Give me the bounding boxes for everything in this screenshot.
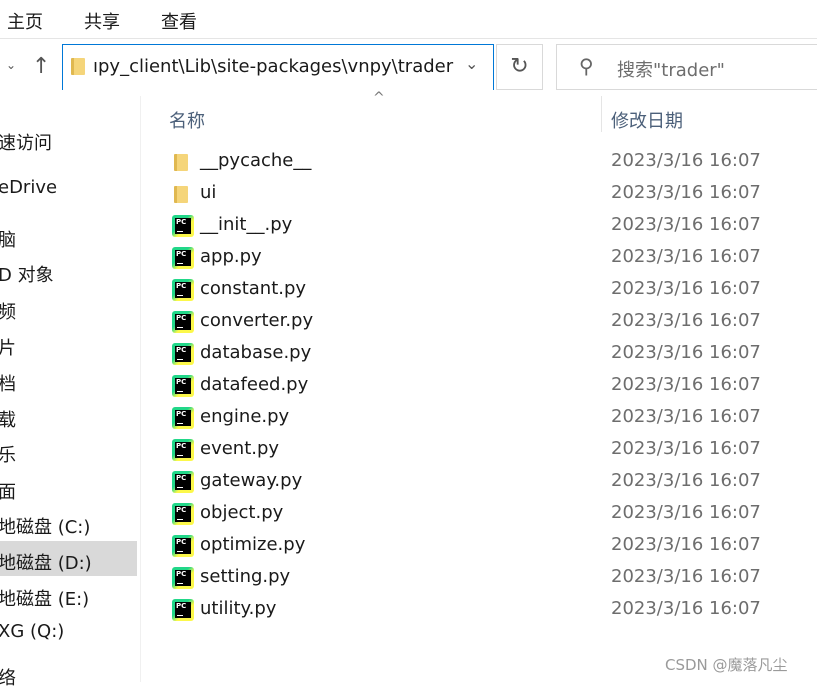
pycharm-file-icon: PC <box>172 279 194 301</box>
pycharm-file-icon: PC <box>172 535 194 557</box>
pycharm-file-icon: PC <box>172 343 194 365</box>
tab-share[interactable]: 共享 <box>84 8 120 34</box>
file-modified: 2023/3/16 16:07 <box>611 182 761 203</box>
address-dropdown-icon[interactable]: ⌄ <box>465 54 478 73</box>
nav-item[interactable]: 乐 <box>0 441 16 467</box>
pycharm-file-icon: PC <box>172 215 194 237</box>
file-name: ui <box>200 182 217 203</box>
file-modified: 2023/3/16 16:07 <box>611 438 761 459</box>
address-bar[interactable]: ıpy_client\Lib\site-packages\vnpy\trader… <box>62 44 494 90</box>
file-modified: 2023/3/16 16:07 <box>611 598 761 619</box>
file-row[interactable]: PC constant.py 2023/3/16 16:07 <box>160 274 817 306</box>
pycharm-file-icon: PC <box>172 407 194 429</box>
column-header-name[interactable]: 名称 <box>169 107 205 133</box>
file-row[interactable]: PC object.py 2023/3/16 16:07 <box>160 498 817 530</box>
nav-item[interactable]: 速访问 <box>0 129 52 155</box>
file-row[interactable]: PC database.py 2023/3/16 16:07 <box>160 338 817 370</box>
nav-item[interactable]: 地磁盘 (E:) <box>0 585 89 611</box>
file-row[interactable]: PC optimize.py 2023/3/16 16:07 <box>160 530 817 562</box>
nav-item[interactable]: 载 <box>0 406 16 432</box>
pycharm-file-icon: PC <box>172 599 194 621</box>
file-name: object.py <box>200 502 284 523</box>
file-name: datafeed.py <box>200 374 309 395</box>
file-modified: 2023/3/16 16:07 <box>611 566 761 587</box>
file-modified: 2023/3/16 16:07 <box>611 214 761 235</box>
file-modified: 2023/3/16 16:07 <box>611 374 761 395</box>
pycharm-file-icon: PC <box>172 375 194 397</box>
address-path[interactable]: ıpy_client\Lib\site-packages\vnpy\trader <box>93 56 453 77</box>
nav-item[interactable]: 档 <box>0 370 16 396</box>
nav-item[interactable]: D 对象 <box>0 261 54 287</box>
file-row[interactable]: ui 2023/3/16 16:07 <box>160 178 817 210</box>
ribbon-divider <box>0 38 817 39</box>
watermark: CSDN @魔落凡尘 <box>665 656 788 674</box>
file-row[interactable]: PC datafeed.py 2023/3/16 16:07 <box>160 370 817 402</box>
pycharm-file-icon: PC <box>172 471 194 493</box>
tab-view[interactable]: 查看 <box>161 8 197 34</box>
file-name: event.py <box>200 438 280 459</box>
folder-icon <box>71 58 85 75</box>
pycharm-file-icon: PC <box>172 567 194 589</box>
file-name: constant.py <box>200 278 307 299</box>
file-name: converter.py <box>200 310 314 331</box>
folder-icon <box>174 186 188 203</box>
file-modified: 2023/3/16 16:07 <box>611 150 761 171</box>
recent-locations-chevron-icon[interactable]: ⌄ <box>6 58 16 72</box>
pycharm-file-icon: PC <box>172 503 194 525</box>
search-box[interactable]: ⚲ 搜索"trader" <box>556 44 817 90</box>
search-input[interactable]: 搜索"trader" <box>617 56 725 82</box>
file-modified: 2023/3/16 16:07 <box>611 278 761 299</box>
sort-ascending-icon: ^ <box>373 90 385 106</box>
nav-item[interactable]: 片 <box>0 334 16 360</box>
file-row[interactable]: PC converter.py 2023/3/16 16:07 <box>160 306 817 338</box>
nav-item[interactable]: 面 <box>0 478 16 504</box>
folder-icon <box>174 154 188 171</box>
file-modified: 2023/3/16 16:07 <box>611 246 761 267</box>
refresh-button[interactable]: ↻ <box>496 44 543 90</box>
nav-item[interactable]: eDrive <box>0 177 57 198</box>
file-row[interactable]: PC event.py 2023/3/16 16:07 <box>160 434 817 466</box>
file-modified: 2023/3/16 16:07 <box>611 342 761 363</box>
file-row[interactable]: __pycache__ 2023/3/16 16:07 <box>160 146 817 178</box>
file-name: __init__.py <box>200 214 293 235</box>
file-row[interactable]: PC setting.py 2023/3/16 16:07 <box>160 562 817 594</box>
file-name: optimize.py <box>200 534 306 555</box>
pycharm-file-icon: PC <box>172 439 194 461</box>
file-name: utility.py <box>200 598 277 619</box>
file-modified: 2023/3/16 16:07 <box>611 502 761 523</box>
file-row[interactable]: PC app.py 2023/3/16 16:07 <box>160 242 817 274</box>
nav-pane-divider[interactable] <box>140 96 141 682</box>
file-name: engine.py <box>200 406 290 427</box>
pycharm-file-icon: PC <box>172 247 194 269</box>
up-arrow-icon[interactable]: ↑ <box>32 54 50 79</box>
nav-item[interactable]: 频 <box>0 298 16 324</box>
file-row[interactable]: PC engine.py 2023/3/16 16:07 <box>160 402 817 434</box>
file-modified: 2023/3/16 16:07 <box>611 310 761 331</box>
tab-home[interactable]: 主页 <box>7 8 43 34</box>
file-name: gateway.py <box>200 470 303 491</box>
column-header-modified[interactable]: 修改日期 <box>611 107 683 133</box>
column-divider[interactable] <box>601 96 602 132</box>
file-row[interactable]: PC utility.py 2023/3/16 16:07 <box>160 594 817 626</box>
file-name: database.py <box>200 342 312 363</box>
file-name: app.py <box>200 246 262 267</box>
file-name: __pycache__ <box>200 150 312 171</box>
nav-item[interactable]: 脑 <box>0 226 16 252</box>
file-modified: 2023/3/16 16:07 <box>611 470 761 491</box>
file-row[interactable]: PC __init__.py 2023/3/16 16:07 <box>160 210 817 242</box>
pycharm-file-icon: PC <box>172 311 194 333</box>
nav-item[interactable]: 络 <box>0 664 16 690</box>
file-modified: 2023/3/16 16:07 <box>611 534 761 555</box>
nav-item[interactable]: XG (Q:) <box>0 621 64 642</box>
nav-item[interactable]: 地磁盘 (C:) <box>0 513 90 539</box>
file-name: setting.py <box>200 566 291 587</box>
file-row[interactable]: PC gateway.py 2023/3/16 16:07 <box>160 466 817 498</box>
nav-item[interactable]: 地磁盘 (D:) <box>0 549 92 575</box>
file-modified: 2023/3/16 16:07 <box>611 406 761 427</box>
search-icon: ⚲ <box>579 54 594 78</box>
